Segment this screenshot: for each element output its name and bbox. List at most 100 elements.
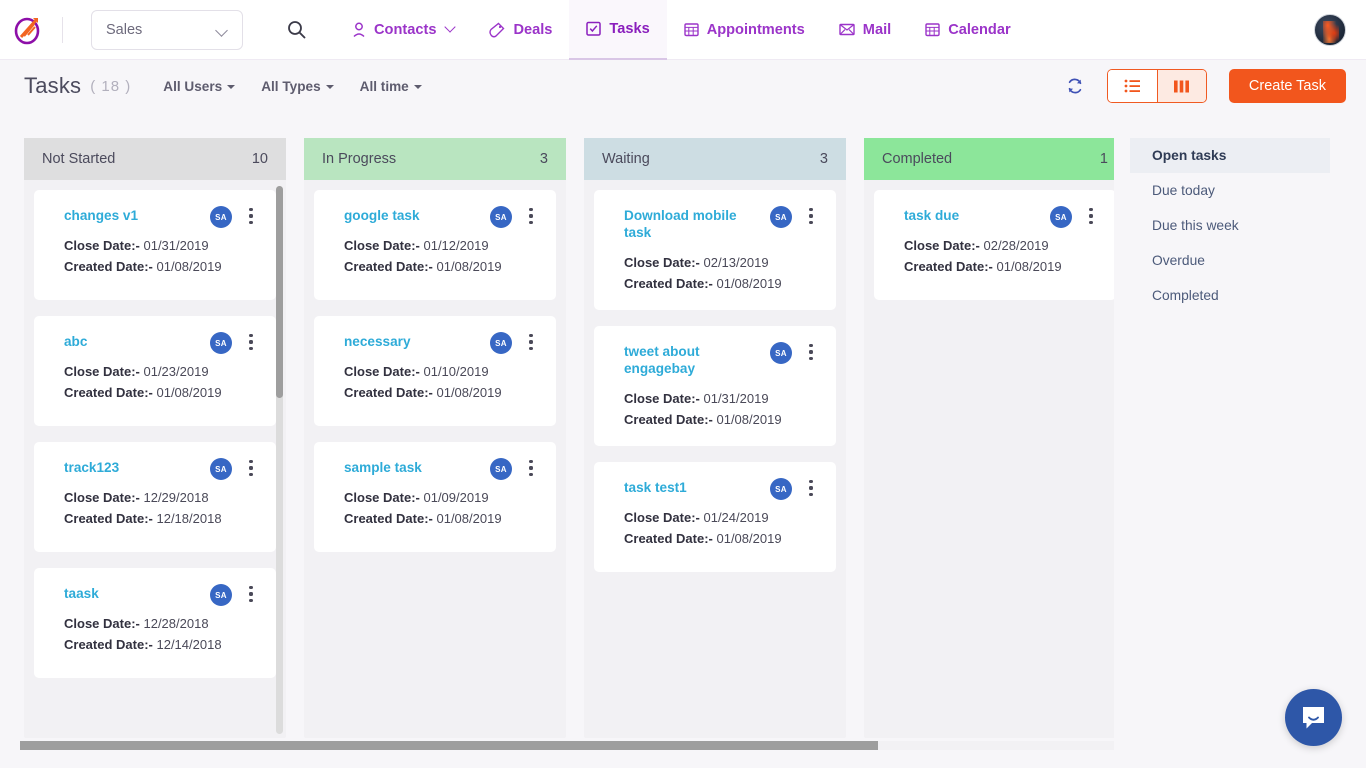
view-toggle	[1107, 69, 1207, 103]
task-close-date-row: Close Date:- 12/28/2018	[64, 614, 258, 635]
task-created-date-row: Created Date:- 01/08/2019	[344, 257, 538, 278]
task-filter-sidebar: Open tasksDue todayDue this weekOverdueC…	[1130, 138, 1330, 313]
close-date-value: 02/28/2019	[983, 238, 1048, 253]
create-task-button[interactable]: Create Task	[1229, 69, 1346, 103]
close-date-label: Close Date:-	[624, 255, 700, 270]
task-card[interactable]: Download mobile taskClose Date:- 02/13/2…	[594, 190, 836, 310]
nav-item-deals[interactable]: Deals	[472, 0, 569, 60]
task-created-date-row: Created Date:- 01/08/2019	[64, 383, 258, 404]
assignee-avatar[interactable]: SA	[210, 458, 232, 480]
nav-item-calendar[interactable]: Calendar	[908, 0, 1027, 60]
nav-item-appointments[interactable]: Appointments	[667, 0, 822, 60]
task-created-date-row: Created Date:- 01/08/2019	[624, 274, 818, 295]
task-card[interactable]: task test1Close Date:- 01/24/2019Created…	[594, 462, 836, 572]
task-close-date-row: Close Date:- 01/09/2019	[344, 488, 538, 509]
card-more-options-icon[interactable]	[1083, 205, 1099, 227]
close-date-value: 01/31/2019	[143, 238, 208, 253]
task-filter-completed[interactable]: Completed	[1130, 278, 1330, 313]
column-title: Not Started	[42, 151, 115, 167]
created-date-label: Created Date:-	[64, 385, 153, 400]
filter-all-types[interactable]: All Types	[261, 79, 333, 94]
assignee-avatar[interactable]: SA	[770, 342, 792, 364]
refresh-button[interactable]	[1065, 76, 1085, 96]
column-title: In Progress	[322, 151, 396, 167]
nav-item-tasks[interactable]: Tasks	[569, 0, 666, 60]
assignee-avatar[interactable]: SA	[490, 332, 512, 354]
assignee-avatar[interactable]: SA	[210, 332, 232, 354]
close-date-value: 01/24/2019	[703, 510, 768, 525]
card-more-options-icon[interactable]	[803, 341, 819, 363]
card-more-options-icon[interactable]	[803, 205, 819, 227]
column-vertical-scrollbar[interactable]	[276, 186, 283, 734]
filter-all-time[interactable]: All time	[360, 79, 422, 94]
task-card[interactable]: abcClose Date:- 01/23/2019Created Date:-…	[34, 316, 276, 426]
nav-item-mail[interactable]: Mail	[822, 0, 908, 60]
main-nav: Contacts Deals Tasks	[335, 0, 1028, 60]
contact-icon	[352, 22, 366, 38]
created-date-value: 01/08/2019	[996, 259, 1061, 274]
card-more-options-icon[interactable]	[243, 331, 259, 353]
kanban-column: Completed1task dueClose Date:- 02/28/201…	[864, 138, 1114, 738]
task-filter-due-today[interactable]: Due today	[1130, 173, 1330, 208]
task-count: ( 18 )	[90, 78, 131, 95]
task-close-date-row: Close Date:- 12/29/2018	[64, 488, 258, 509]
task-filter-due-this-week[interactable]: Due this week	[1130, 208, 1330, 243]
assignee-avatar[interactable]: SA	[210, 584, 232, 606]
task-created-date-row: Created Date:- 01/08/2019	[344, 383, 538, 404]
close-date-label: Close Date:-	[344, 364, 420, 379]
assignee-avatar[interactable]: SA	[1050, 206, 1072, 228]
avatar[interactable]	[1314, 14, 1346, 46]
task-card[interactable]: tweet about engagebayClose Date:- 01/31/…	[594, 326, 836, 446]
assignee-avatar[interactable]: SA	[770, 206, 792, 228]
created-date-label: Created Date:-	[624, 276, 713, 291]
card-more-options-icon[interactable]	[803, 477, 819, 499]
scrollbar-thumb[interactable]	[20, 741, 878, 750]
assignee-avatar[interactable]: SA	[490, 206, 512, 228]
task-close-date-row: Close Date:- 01/12/2019	[344, 236, 538, 257]
app-logo[interactable]	[0, 0, 56, 60]
card-more-options-icon[interactable]	[523, 331, 539, 353]
scrollbar-thumb[interactable]	[276, 186, 283, 398]
task-card[interactable]: google taskClose Date:- 01/12/2019Create…	[314, 190, 556, 300]
card-more-options-icon[interactable]	[243, 457, 259, 479]
board-horizontal-scrollbar[interactable]	[20, 741, 1114, 750]
nav-item-contacts[interactable]: Contacts	[335, 0, 472, 60]
chevron-down-icon	[326, 85, 334, 89]
task-created-date-row: Created Date:- 01/08/2019	[904, 257, 1098, 278]
task-filter-overdue[interactable]: Overdue	[1130, 243, 1330, 278]
card-more-options-icon[interactable]	[523, 457, 539, 479]
created-date-label: Created Date:-	[904, 259, 993, 274]
card-more-options-icon[interactable]	[523, 205, 539, 227]
task-card[interactable]: task dueClose Date:- 02/28/2019Created D…	[874, 190, 1114, 300]
assignee-avatar[interactable]: SA	[210, 206, 232, 228]
board-view-button[interactable]	[1157, 70, 1206, 102]
task-check-icon	[586, 21, 601, 36]
toolbar-actions: Create Task	[1065, 60, 1346, 112]
assignee-avatar[interactable]: SA	[490, 458, 512, 480]
card-more-options-icon[interactable]	[243, 205, 259, 227]
filter-all-time-label: All time	[360, 79, 409, 94]
chat-launcher-button[interactable]	[1285, 689, 1342, 746]
assignee-avatar[interactable]: SA	[770, 478, 792, 500]
task-card[interactable]: changes v1Close Date:- 01/31/2019Created…	[34, 190, 276, 300]
workspace-selector[interactable]: Sales	[91, 10, 243, 50]
envelope-icon	[839, 23, 855, 36]
close-date-value: 02/13/2019	[703, 255, 768, 270]
close-date-label: Close Date:-	[344, 490, 420, 505]
chevron-down-icon	[414, 85, 422, 89]
task-card[interactable]: sample taskClose Date:- 01/09/2019Create…	[314, 442, 556, 552]
search-button[interactable]	[281, 15, 311, 45]
kanban-board: Not Started10 changes v1Close Date:- 01/3…	[24, 138, 1114, 738]
nav-label-mail: Mail	[863, 22, 891, 38]
close-date-label: Close Date:-	[624, 510, 700, 525]
card-more-options-icon[interactable]	[243, 583, 259, 605]
filter-all-users[interactable]: All Users	[163, 79, 235, 94]
task-card[interactable]: taaskClose Date:- 12/28/2018Created Date…	[34, 568, 276, 678]
list-view-button[interactable]	[1108, 70, 1157, 102]
task-card[interactable]: necessaryClose Date:- 01/10/2019Created …	[314, 316, 556, 426]
task-card[interactable]: track123Close Date:- 12/29/2018Created D…	[34, 442, 276, 552]
close-date-value: 01/10/2019	[423, 364, 488, 379]
task-filter-open-tasks[interactable]: Open tasks	[1130, 138, 1330, 173]
column-header: Not Started10	[24, 138, 286, 180]
task-close-date-row: Close Date:- 01/24/2019	[624, 508, 818, 529]
